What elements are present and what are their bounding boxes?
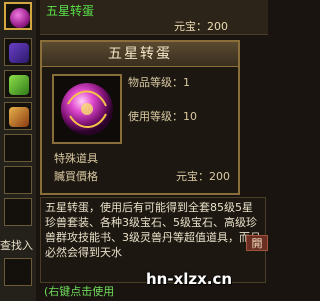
item-slot-selected[interactable]	[4, 2, 32, 30]
gift-box-icon	[9, 75, 29, 95]
list-item-selected[interactable]: 五星转蛋 元宝：200	[40, 0, 268, 35]
egg-orb-icon	[10, 8, 30, 28]
tooltip-title: 五星转蛋	[42, 42, 238, 67]
sell-price-value: 元宝：200	[176, 170, 230, 183]
right-side-tab[interactable]: 開	[246, 235, 268, 251]
item-slot[interactable]	[4, 166, 32, 194]
treasure-box-icon	[9, 107, 29, 127]
item-slot[interactable]	[4, 198, 32, 226]
item-category: 特殊道具	[54, 152, 98, 165]
list-item-price: 元宝：200	[174, 20, 228, 33]
item-slot-column: 查找入	[0, 0, 36, 301]
gift-box-icon	[9, 43, 29, 63]
item-slot[interactable]	[4, 258, 32, 286]
usage-hint: (右键点击使用	[44, 285, 115, 298]
search-button[interactable]: 查找入	[0, 237, 40, 253]
item-slot[interactable]	[4, 134, 32, 162]
item-slot[interactable]	[4, 70, 32, 98]
use-level: 使用等级：10	[128, 110, 197, 123]
watermark: hn-xlzx.cn	[146, 270, 233, 288]
sell-price-label: 贓買價格	[54, 170, 98, 183]
list-item-name: 五星转蛋	[46, 4, 95, 18]
egg-orb-icon	[61, 83, 113, 135]
item-image-frame	[52, 74, 122, 144]
item-tooltip-card: 五星转蛋 物品等级：1 使用等级：10 特殊道具 贓買價格 元宝：200	[40, 40, 240, 195]
item-level: 物品等级：1	[128, 76, 190, 89]
item-slot[interactable]	[4, 38, 32, 66]
item-slot[interactable]	[4, 102, 32, 130]
